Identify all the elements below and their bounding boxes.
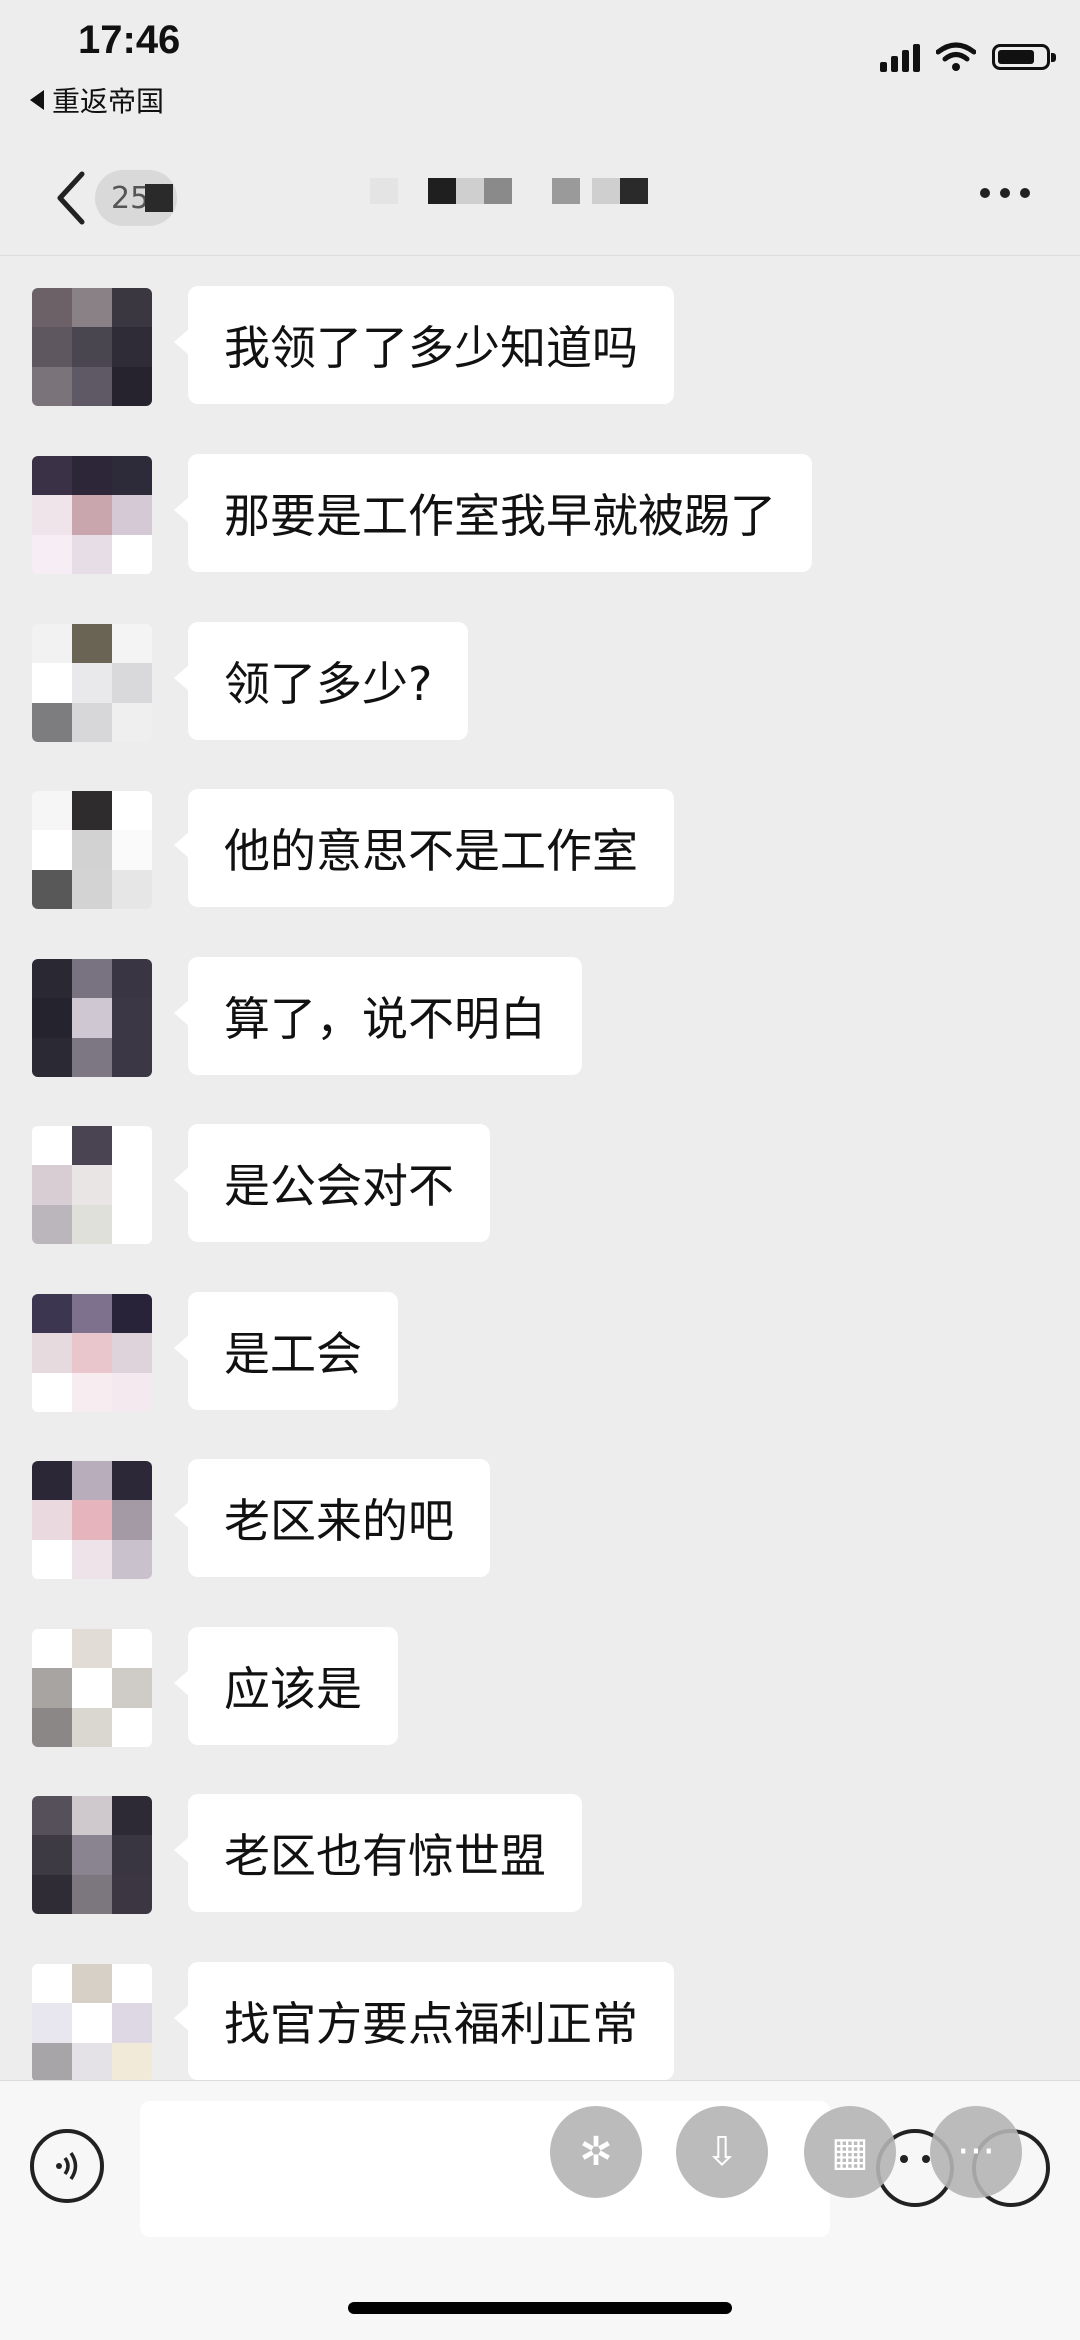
download-icon[interactable]: ⇩ xyxy=(676,2106,768,2198)
more-options-icon[interactable] xyxy=(980,188,1030,198)
message-bubble[interactable]: 老区也有惊世盟 xyxy=(174,1794,582,1912)
unread-count-badge[interactable]: 25 xyxy=(95,170,177,226)
message-item: 是工会 xyxy=(0,1286,1080,1412)
unread-count-text: 25 xyxy=(111,180,150,216)
avatar[interactable] xyxy=(32,959,152,1077)
message-item: 是公会对不 xyxy=(0,1118,1080,1244)
message-bubble[interactable]: 找官方要点福利正常 xyxy=(174,1962,674,2080)
wifi-icon xyxy=(936,42,976,71)
avatar[interactable] xyxy=(32,624,152,742)
message-bubble[interactable]: 他的意思不是工作室 xyxy=(174,789,674,907)
more-float-icon[interactable]: ··· xyxy=(930,2106,1022,2198)
message-bubble[interactable]: 领了多少? xyxy=(173,622,469,740)
message-item: 领了多少? xyxy=(0,616,1080,742)
avatar[interactable] xyxy=(32,1294,152,1412)
avatar[interactable] xyxy=(32,791,152,909)
avatar[interactable] xyxy=(32,1964,152,2082)
status-back-app[interactable]: 重返帝国 xyxy=(30,80,164,120)
signal-icon xyxy=(880,42,920,72)
avatar[interactable] xyxy=(32,1629,152,1747)
chat-title-pixelated xyxy=(370,178,648,204)
message-item: 老区也有惊世盟 xyxy=(0,1788,1080,1914)
voice-icon[interactable] xyxy=(30,2129,104,2203)
message-item: 我领了了多少知道吗 xyxy=(0,280,1080,406)
message-item: 算了，说不明白 xyxy=(0,951,1080,1077)
voice-wave-icon xyxy=(56,2152,78,2180)
status-back-app-label: 重返帝国 xyxy=(52,85,165,118)
avatar[interactable] xyxy=(32,288,152,406)
message-item: 找官方要点福利正常 xyxy=(0,1956,1080,2082)
sparkle-icon[interactable]: ✲ xyxy=(550,2106,642,2198)
avatar[interactable] xyxy=(32,456,152,574)
battery-icon xyxy=(992,44,1056,70)
message-bubble[interactable]: 算了，说不明白 xyxy=(174,957,582,1075)
status-indicators xyxy=(880,42,1056,72)
input-bar: ✲ ⇩ ▦ ··· xyxy=(0,2080,1080,2340)
chat-header: 25 xyxy=(0,140,1080,256)
message-bubble[interactable]: 是工会 xyxy=(174,1292,398,1410)
message-item: 那要是工作室我早就被踢了 xyxy=(0,448,1080,574)
home-indicator xyxy=(348,2302,732,2314)
grid-apps-icon[interactable]: ▦ xyxy=(804,2106,896,2198)
back-chevron-icon[interactable] xyxy=(48,168,96,228)
avatar[interactable] xyxy=(32,1461,152,1579)
message-bubble[interactable]: 我领了了多少知道吗 xyxy=(174,286,674,404)
message-item: 他的意思不是工作室 xyxy=(0,783,1080,909)
message-item: 应该是 xyxy=(0,1621,1080,1747)
message-bubble[interactable]: 是公会对不 xyxy=(174,1124,490,1242)
pixelated-overlay xyxy=(145,184,173,212)
back-triangle-icon xyxy=(30,90,44,110)
avatar[interactable] xyxy=(32,1796,152,1914)
avatar[interactable] xyxy=(32,1126,152,1244)
message-bubble[interactable]: 那要是工作室我早就被踢了 xyxy=(174,454,812,572)
status-time: 17:46 xyxy=(78,18,181,62)
message-bubble[interactable]: 应该是 xyxy=(174,1627,398,1745)
message-bubble[interactable]: 老区来的吧 xyxy=(174,1459,490,1577)
message-item: 老区来的吧 xyxy=(0,1453,1080,1579)
